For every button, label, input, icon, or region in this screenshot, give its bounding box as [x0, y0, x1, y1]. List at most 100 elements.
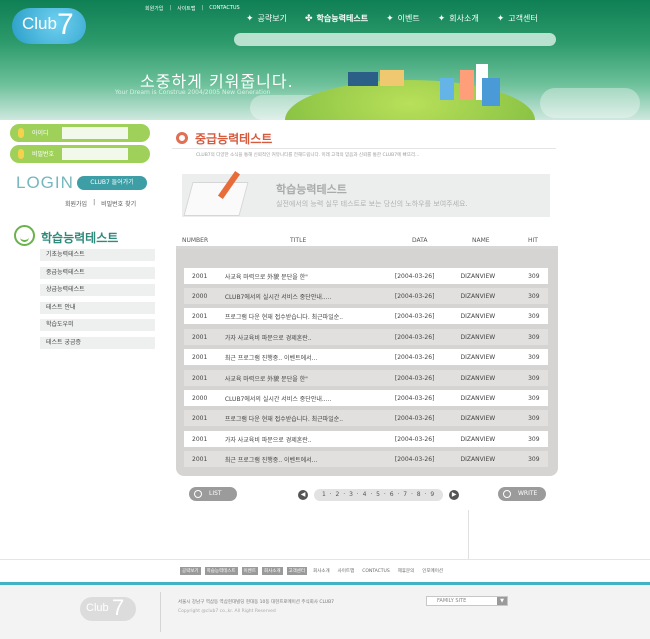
logo-text: Club — [22, 14, 57, 33]
table-row[interactable]: 2001 최근 프로그램 진행중.. 이벤트에서... [2004-03-26]… — [184, 349, 548, 365]
row-number: 2001 — [192, 272, 208, 280]
side-menu-item[interactable]: 테스트 안내 — [40, 301, 155, 314]
row-hit: 309 — [528, 272, 540, 280]
footer-nav-item[interactable]: 이벤트 — [241, 567, 258, 575]
footer-nav-item[interactable]: 고객센터 — [286, 567, 308, 575]
footer-address: 서울시 강남구 역삼동 역삼현대빌딩 현대동 10동 대현프로메이션 주식회사 … — [178, 600, 335, 605]
row-author: DIZANVIEW — [460, 435, 496, 443]
row-number: 2000 — [192, 394, 208, 402]
row-date: [2004-03-26] — [394, 435, 435, 443]
side-menu-item[interactable]: 테스트 궁금증 — [40, 336, 155, 349]
row-date: [2004-03-26] — [394, 414, 435, 422]
page-numbers[interactable]: 1 · 2 · 3 · 4 · 5 · 6 · 7 · 8 · 9 — [314, 489, 444, 501]
row-title[interactable]: 가자 사교육비 파문으로 경제혼란.. — [224, 435, 393, 444]
row-title[interactable]: 사교육 마력으로 外貌 문단을 한" — [224, 272, 393, 281]
logo-number: 7 — [57, 8, 74, 41]
login-button[interactable]: CLUB7 들어가기 — [77, 176, 147, 190]
side-menu-item[interactable]: 기초능력테스트 — [40, 249, 155, 261]
side-menu-item[interactable]: 상급능력테스트 — [40, 284, 155, 296]
key-icon — [18, 149, 24, 159]
side-menu-title: 학습능력테스트 — [41, 231, 119, 245]
row-title[interactable]: 최근 프로그램 진행중.. 이벤트에서... — [224, 455, 393, 464]
gnb-label: 학습능력테스트 — [316, 14, 369, 23]
row-hit: 309 — [528, 394, 540, 402]
write-button[interactable]: WRITE — [498, 487, 546, 501]
prev-page-icon[interactable]: ◀ — [298, 490, 308, 500]
page-description: CLUB7의 다양한 소식을 통해 신뢰적인 커뮤니티를 전해드립니다. 미래 … — [196, 153, 420, 158]
divider — [172, 148, 556, 149]
side-menu-item[interactable]: 중급능력테스트 — [40, 266, 155, 279]
list-button[interactable]: LIST — [189, 487, 237, 501]
table-row[interactable]: 2001 가자 사교육비 파문으로 경제혼란.. [2004-03-26] DI… — [184, 431, 548, 447]
util-link-sitemap[interactable]: 사이트맵 — [177, 5, 195, 12]
row-author: DIZANVIEW — [460, 312, 496, 320]
next-page-icon[interactable]: ▶ — [449, 490, 460, 500]
footer-nav-item[interactable]: 회사소개 — [261, 567, 283, 575]
table-row[interactable]: 2001 프로그램 다운 현재 접수받습니다. 최근파일순.. [2004-03… — [184, 308, 548, 324]
footer-nav-item[interactable]: 회사소개 — [311, 567, 332, 575]
table-row[interactable]: 2001 사교육 마력으로 外貌 문단을 한" [2004-03-26] DIZ… — [184, 370, 548, 386]
circle-icon — [194, 490, 202, 498]
footer-nav-item[interactable]: 공략보기 — [180, 567, 201, 575]
family-site-label: FAMILY SITE — [437, 598, 467, 604]
row-number: 2001 — [192, 353, 208, 361]
list-button-label: LIST — [209, 490, 222, 497]
building-illustration — [380, 70, 404, 86]
row-author: DIZANVIEW — [460, 414, 496, 422]
row-title[interactable]: CLUB7에서의 실시간 서비스 중단안내..... — [224, 394, 393, 403]
row-date: [2004-03-26] — [394, 394, 435, 402]
gnb-item-company[interactable]: ✦ 회사소개 — [438, 13, 479, 24]
table-row[interactable]: 2001 가자 사교육비 파문으로 경제혼란.. [2004-03-26] DI… — [184, 329, 548, 345]
chevron-down-icon: ▼ — [497, 597, 507, 605]
footer-nav-item[interactable]: 학습능력테스트 — [204, 567, 238, 575]
family-site-select[interactable]: FAMILY SITE ▼ — [426, 596, 508, 606]
id-input[interactable] — [62, 127, 128, 139]
row-title[interactable]: 사교육 마력으로 外貌 문단을 한" — [224, 374, 393, 383]
table-row[interactable]: 2001 사교육 마력으로 外貌 문단을 한" [2004-03-26] DIZ… — [184, 268, 548, 284]
row-title[interactable]: 프로그램 다운 현재 접수받습니다. 최근파일순.. — [224, 312, 393, 321]
club7-logo[interactable]: Club 7 — [12, 8, 86, 44]
util-link-join[interactable]: 회원가입 — [145, 5, 163, 12]
footer-nav-item[interactable]: 인포메이션 — [420, 567, 445, 575]
gnb-item-event[interactable]: ✦ 이벤트 — [386, 13, 420, 24]
row-title[interactable]: 가자 사교육비 파문으로 경제혼란.. — [224, 333, 393, 342]
footer-nav-item[interactable]: 제휴문의 — [396, 567, 417, 575]
join-link[interactable]: 회원가입 — [65, 199, 87, 208]
password-input[interactable] — [62, 148, 128, 160]
row-date: [2004-03-26] — [394, 455, 435, 463]
gnb-label: 고객센터 — [508, 14, 538, 23]
key-icon — [18, 128, 24, 138]
sub-nav-bar — [234, 33, 556, 46]
util-link-contact[interactable]: CONTACTUS — [209, 5, 240, 12]
row-hit: 309 — [528, 353, 540, 361]
footer-nav-item[interactable]: CONTACTUS — [360, 568, 392, 575]
row-title[interactable]: 최근 프로그램 진행중.. 이벤트에서... — [224, 353, 393, 362]
footer-logo-text: Club — [86, 602, 109, 614]
row-author: DIZANVIEW — [460, 292, 496, 300]
row-date: [2004-03-26] — [394, 353, 435, 361]
password-label: 비밀번호 — [32, 151, 55, 158]
gnb-item-support[interactable]: ✦ 고객센터 — [497, 13, 538, 24]
gnb-label: 이벤트 — [397, 14, 420, 23]
cloud-decoration — [540, 88, 640, 118]
row-hit: 309 — [528, 455, 540, 463]
row-title[interactable]: 프로그램 다운 현재 접수받습니다. 최근파일순.. — [224, 414, 393, 423]
table-row[interactable]: 2001 최근 프로그램 진행중.. 이벤트에서... [2004-03-26]… — [184, 451, 548, 467]
footer-logo: Club 7 — [80, 595, 136, 621]
column-header-date: DATA — [412, 237, 428, 244]
circle-icon — [503, 490, 511, 498]
row-date: [2004-03-26] — [394, 292, 435, 300]
row-date: [2004-03-26] — [394, 374, 435, 382]
gnb-item-guide[interactable]: ✦ 공략보기 — [246, 13, 287, 24]
password-row: 비밀번호 — [10, 145, 150, 163]
table-row[interactable]: 2000 CLUB7에서의 실시간 서비스 중단안내..... [2004-03… — [184, 288, 548, 304]
row-author: DIZANVIEW — [460, 394, 496, 402]
table-row[interactable]: 2001 프로그램 다운 현재 접수받습니다. 최근파일순.. [2004-03… — [184, 410, 548, 426]
star-icon: ✦ — [246, 13, 254, 24]
find-password-link[interactable]: 비밀번호 찾기 — [101, 199, 136, 208]
side-menu-item[interactable]: 학습도우미 — [40, 319, 155, 331]
gnb-item-learning-test[interactable]: ✤ 학습능력테스트 — [305, 13, 368, 24]
table-row[interactable]: 2000 CLUB7에서의 실시간 서비스 중단안내..... [2004-03… — [184, 390, 548, 406]
row-title[interactable]: CLUB7에서의 실시간 서비스 중단안내..... — [224, 292, 393, 301]
footer-nav-item[interactable]: 사이트맵 — [336, 567, 357, 575]
